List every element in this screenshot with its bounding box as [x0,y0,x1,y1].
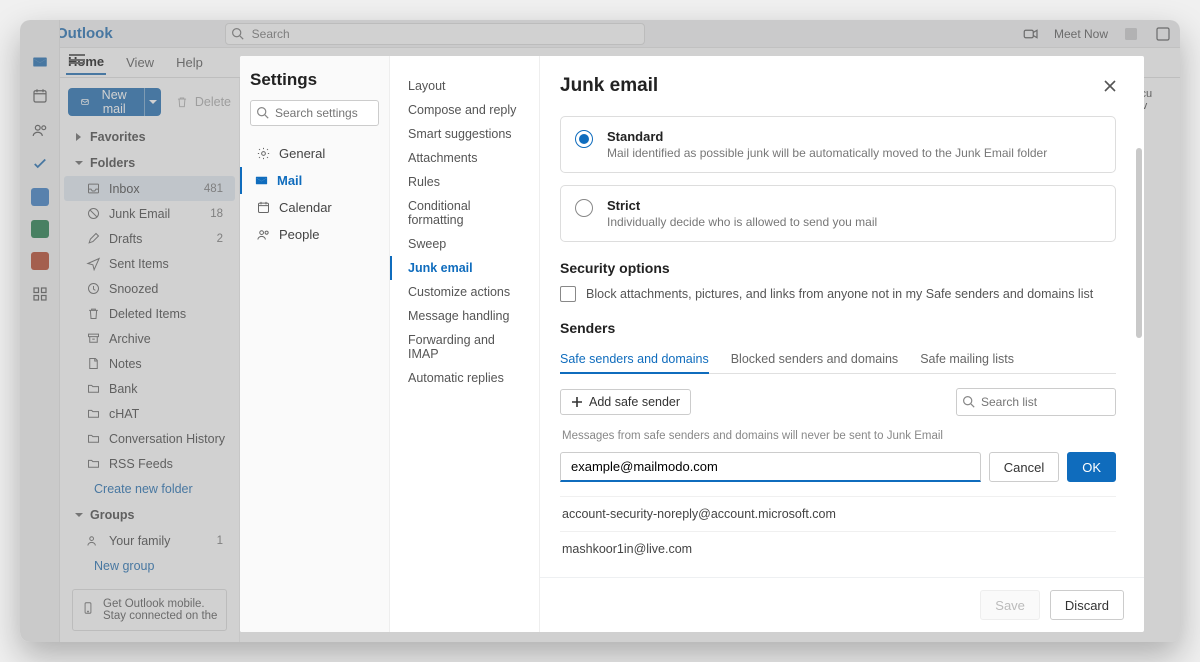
settings-search[interactable] [250,100,379,126]
settings-sub-sweep[interactable]: Sweep [390,232,539,256]
settings-cat-general[interactable]: General [250,140,379,167]
settings-sub-compose-and-reply[interactable]: Compose and reply [390,98,539,122]
settings-sub-forwarding-and-imap[interactable]: Forwarding and IMAP [390,328,539,366]
senders-heading: Senders [560,320,1116,336]
tab-safe-lists[interactable]: Safe mailing lists [920,346,1014,373]
settings-title: Settings [250,70,379,90]
settings-modal: Settings GeneralMailCalendarPeople Layou… [240,56,1144,632]
settings-sub-attachments[interactable]: Attachments [390,146,539,170]
checkbox-icon[interactable] [560,286,576,302]
search-senders[interactable] [956,388,1116,416]
block-checkbox-label: Block attachments, pictures, and links f… [586,287,1093,301]
senders-tabs: Safe senders and domains Blocked senders… [560,346,1116,374]
discard-button[interactable]: Discard [1050,590,1124,620]
close-button[interactable] [1096,72,1124,100]
radio-icon [575,130,593,148]
safe-sender-entry[interactable]: account-security-noreply@account.microso… [560,496,1116,531]
tab-blocked-senders[interactable]: Blocked senders and domains [731,346,898,373]
settings-sub-rules[interactable]: Rules [390,170,539,194]
search-senders-input[interactable] [956,388,1116,416]
settings-sub-junk-email[interactable]: Junk email [390,256,539,280]
settings-cat-mail[interactable]: Mail [240,167,379,194]
settings-sub-automatic-replies[interactable]: Automatic replies [390,366,539,390]
settings-sub-customize-actions[interactable]: Customize actions [390,280,539,304]
settings-sub-conditional-formatting[interactable]: Conditional formatting [390,194,539,232]
radio-strict[interactable]: Strict Individually decide who is allowe… [560,185,1116,242]
junk-title: Junk email [560,75,658,97]
block-checkbox-row[interactable]: Block attachments, pictures, and links f… [560,286,1116,302]
add-safe-sender-button[interactable]: Add safe sender [560,389,691,415]
cancel-button[interactable]: Cancel [989,452,1059,482]
settings-categories: Settings GeneralMailCalendarPeople [240,56,390,632]
radio-strict-title: Strict [607,198,877,213]
radio-icon [575,199,593,217]
settings-footer: Save Discard [540,577,1144,632]
safe-senders-hint: Messages from safe senders and domains w… [562,430,1114,442]
radio-strict-desc: Individually decide who is allowed to se… [607,215,877,229]
radio-standard-desc: Mail identified as possible junk will be… [607,146,1047,160]
settings-cat-people[interactable]: People [250,221,379,248]
ok-button[interactable]: OK [1067,452,1116,482]
settings-sub-smart-suggestions[interactable]: Smart suggestions [390,122,539,146]
radio-standard[interactable]: Standard Mail identified as possible jun… [560,116,1116,173]
settings-cat-calendar[interactable]: Calendar [250,194,379,221]
settings-sub-message-handling[interactable]: Message handling [390,304,539,328]
settings-sub-layout[interactable]: Layout [390,74,539,98]
tab-safe-senders[interactable]: Safe senders and domains [560,346,709,374]
safe-sender-entry[interactable]: mashkoor1in@live.com [560,531,1116,566]
save-button[interactable]: Save [980,590,1040,620]
settings-search-input[interactable] [250,100,379,126]
security-heading: Security options [560,260,1116,276]
settings-subsections: LayoutCompose and replySmart suggestions… [390,56,540,632]
radio-standard-title: Standard [607,129,1047,144]
scrollbar-thumb[interactable] [1136,148,1142,338]
new-sender-input[interactable] [560,452,981,482]
